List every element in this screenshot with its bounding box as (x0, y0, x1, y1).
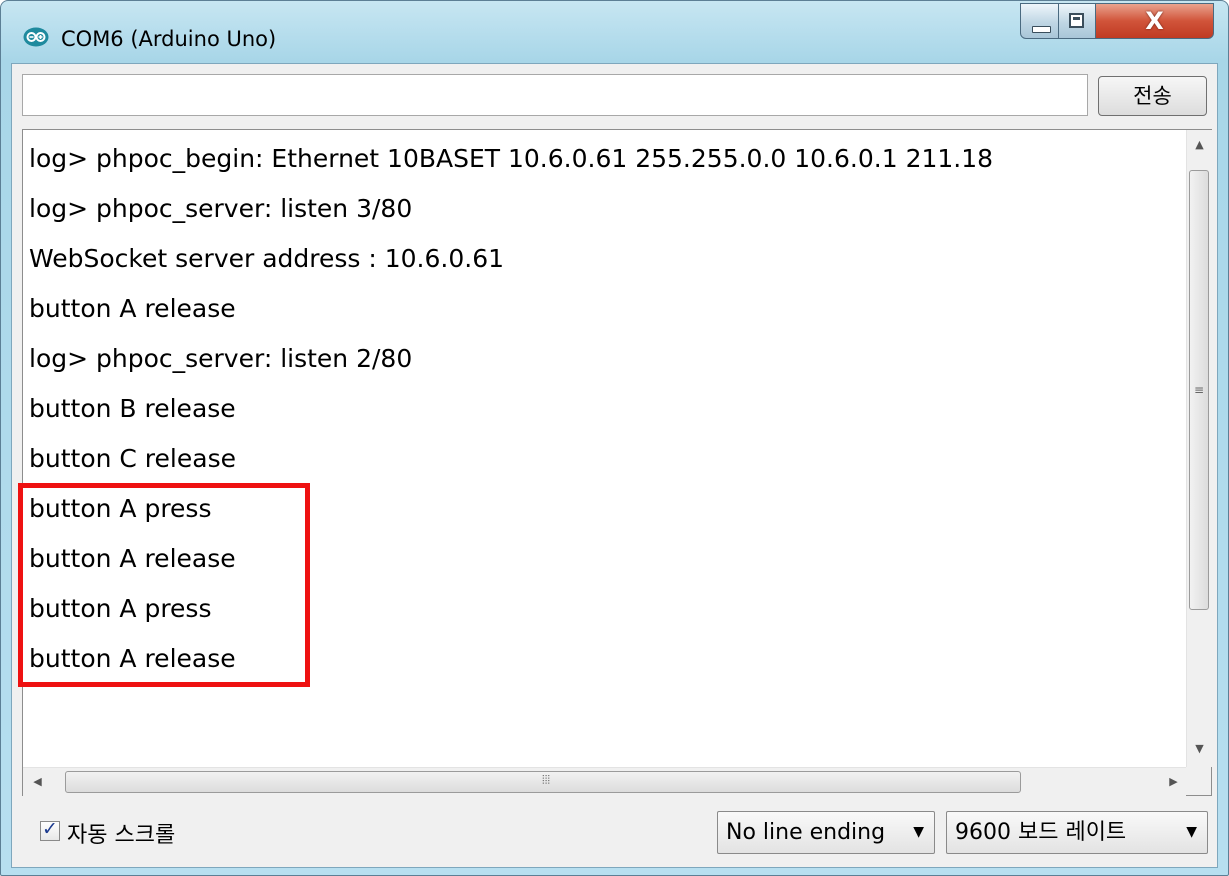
baud-rate-value: 9600 보드 레이트 (955, 820, 1127, 845)
horizontal-scrollbar[interactable]: ◀ ⦙⦙⦙ ▶ (23, 767, 1186, 796)
serial-output-area[interactable]: log> phpoc_begin: Ethernet 10BASET 10.6.… (22, 129, 1212, 796)
log-line: log> phpoc_server: listen 3/80 (29, 194, 413, 223)
send-button[interactable]: 전송 (1098, 76, 1207, 116)
chevron-down-icon: ▼ (913, 824, 924, 840)
scrollbar-corner (1186, 767, 1211, 795)
grip-icon: ⦙⦙⦙ (542, 773, 551, 787)
scroll-up-arrow-icon[interactable]: ▲ (1187, 132, 1212, 157)
chevron-down-icon: ▼ (1186, 824, 1197, 840)
log-line: button C release (29, 444, 236, 473)
arduino-logo-icon (23, 27, 49, 47)
window-title: COM6 (Arduino Uno) (61, 27, 277, 51)
grip-icon: ≡ (1194, 383, 1205, 397)
checkmark-icon: ✓ (42, 818, 58, 840)
maximize-button[interactable] (1059, 3, 1096, 39)
highlight-annotation-box (18, 483, 310, 687)
line-ending-select[interactable]: No line ending ▼ (717, 811, 935, 854)
close-button[interactable]: X (1096, 3, 1214, 39)
scroll-left-arrow-icon[interactable]: ◀ (25, 768, 50, 796)
log-line: log> phpoc_begin: Ethernet 10BASET 10.6.… (29, 144, 994, 173)
title-bar[interactable]: COM6 (Arduino Uno) X (1, 1, 1228, 63)
close-icon: X (1145, 7, 1164, 35)
autoscroll-checkbox[interactable]: ✓ (40, 818, 60, 841)
log-line: WebSocket server address : 10.6.0.61 (29, 244, 505, 273)
line-ending-value: No line ending (726, 820, 886, 845)
baud-rate-select[interactable]: 9600 보드 레이트 ▼ (946, 811, 1208, 854)
autoscroll-label: 자동 스크롤 (67, 823, 176, 848)
send-input[interactable] (22, 74, 1088, 116)
scroll-right-arrow-icon[interactable]: ▶ (1161, 768, 1186, 796)
vertical-scrollbar[interactable]: ▲ ≡ ▼ (1186, 130, 1212, 767)
log-line: log> phpoc_server: listen 2/80 (29, 344, 413, 373)
minimize-button[interactable] (1020, 3, 1059, 39)
vertical-scroll-thumb[interactable]: ≡ (1189, 170, 1209, 610)
maximize-icon (1069, 13, 1084, 28)
scroll-down-arrow-icon[interactable]: ▼ (1187, 736, 1212, 761)
log-line: button A release (29, 294, 236, 323)
log-line: button B release (29, 394, 236, 423)
minimize-icon (1032, 26, 1051, 33)
horizontal-scroll-thumb[interactable]: ⦙⦙⦙ (65, 771, 1021, 793)
